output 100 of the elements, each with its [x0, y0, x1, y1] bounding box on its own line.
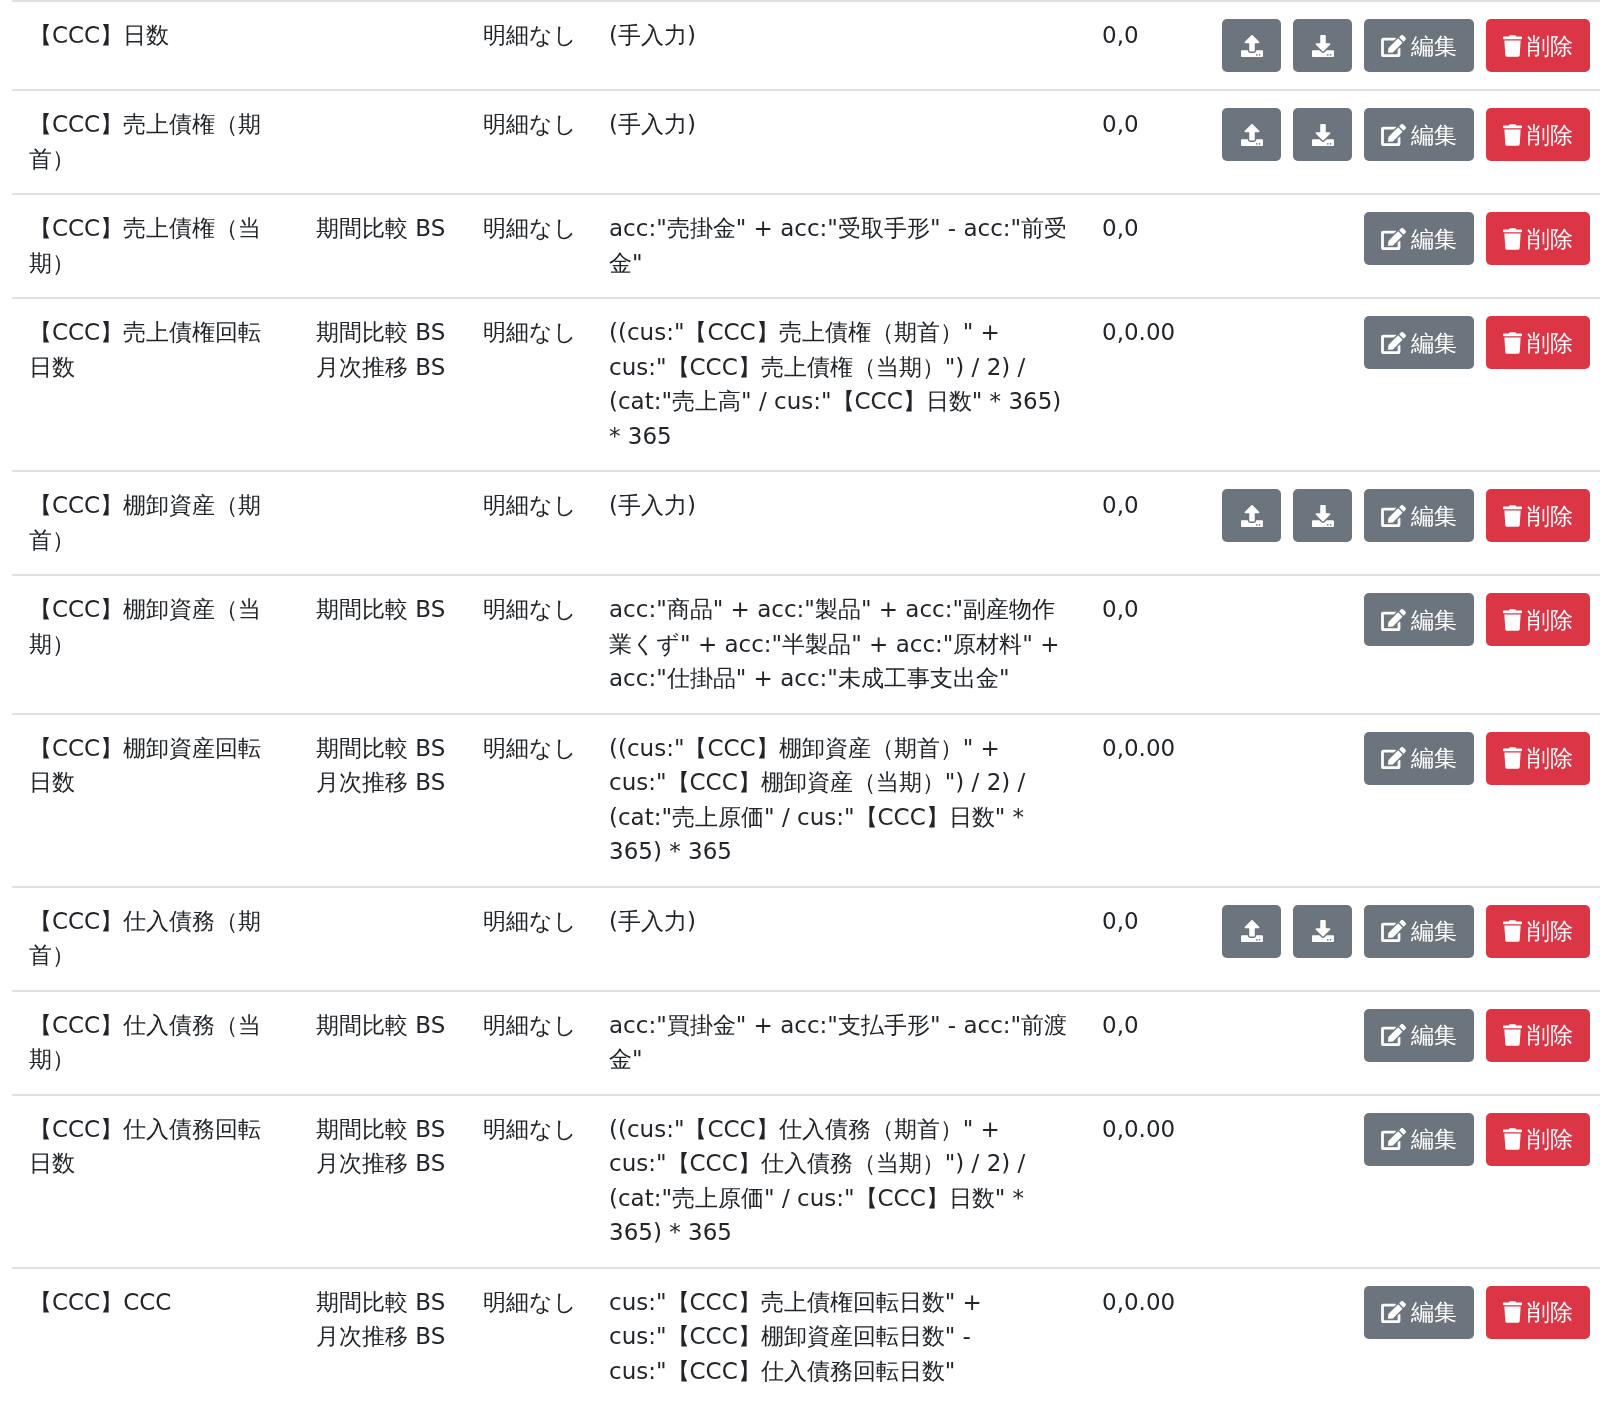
number-format: 0,0	[1102, 595, 1140, 624]
number-format: 0,0	[1102, 491, 1140, 520]
delete-button[interactable]: 削除	[1486, 731, 1590, 785]
edit-icon	[1381, 1128, 1406, 1150]
detail-label: 明細なし	[483, 906, 575, 936]
formula-text: (手入力)	[609, 906, 697, 936]
delete-button[interactable]: 削除	[1486, 1285, 1590, 1339]
delete-button[interactable]: 削除	[1486, 1112, 1590, 1166]
report-label: 期間比較 BS	[316, 1287, 447, 1317]
download-icon	[1311, 504, 1334, 527]
upload-button[interactable]	[1222, 904, 1281, 958]
edit-button[interactable]: 編集	[1364, 489, 1474, 542]
item-name: 【CCC】売上債権（当期）	[29, 214, 263, 278]
trash-icon	[1503, 331, 1522, 354]
trash-icon	[1503, 1128, 1522, 1150]
item-name: 【CCC】売上債権回転日数	[29, 318, 263, 382]
trash-icon	[1503, 123, 1522, 146]
trash-icon	[1503, 34, 1522, 57]
detail-label: 明細なし	[483, 1287, 575, 1317]
trash-icon	[1503, 227, 1522, 250]
delete-button[interactable]: 削除	[1486, 904, 1590, 958]
trash-icon	[1503, 608, 1522, 631]
formula-text: acc:"商品" + acc:"製品" + acc:"副産物作業くず" + acc:"半製品" + acc:"原材料" + acc:"仕掛品" + acc:"未成工事支出金"	[609, 595, 1061, 693]
edit-icon	[1381, 608, 1406, 631]
edit-icon	[1381, 331, 1406, 354]
report-label: 期間比較 BS	[316, 1114, 447, 1144]
upload-button[interactable]	[1222, 108, 1281, 161]
number-format: 0,0.00	[1102, 318, 1177, 347]
edit-button[interactable]: 編集	[1364, 731, 1474, 785]
detail-label: 明細なし	[483, 1114, 575, 1144]
formula-text: acc:"買掛金" + acc:"支払手形" - acc:"前渡金"	[609, 1010, 1068, 1074]
delete-button[interactable]: 削除	[1486, 1008, 1590, 1062]
upload-icon	[1240, 123, 1263, 146]
edit-icon	[1381, 747, 1406, 769]
detail-label: 明細なし	[483, 21, 575, 50]
detail-label: 明細なし	[483, 733, 575, 763]
formula-text: ((cus:"【CCC】棚卸資産（期首）" + cus:"【CCC】棚卸資産（当期）") / 2) / (cat:"売上原価" / cus:"【CCC】日数" * 365) * 365	[609, 733, 1027, 866]
download-button[interactable]	[1293, 19, 1352, 72]
delete-button[interactable]: 削除	[1486, 489, 1590, 542]
detail-label: 明細なし	[483, 1010, 575, 1040]
item-name: 【CCC】棚卸資産（期首）	[29, 491, 263, 555]
item-name: 【CCC】CCC	[29, 1287, 173, 1317]
formula-text: ((cus:"【CCC】売上債権（期首）" + cus:"【CCC】売上債権（当期）") / 2) / (cat:"売上高" / cus:"【CCC】日数" * 365) * 365	[609, 318, 1063, 451]
item-name: 【CCC】売上債権（期首）	[29, 110, 263, 174]
item-name: 【CCC】仕入債務回転日数	[29, 1114, 263, 1178]
formula-text: ((cus:"【CCC】仕入債務（期首）" + cus:"【CCC】仕入債務（当期）") / 2) / (cat:"売上原価" / cus:"【CCC】日数" * 365) * 365	[609, 1114, 1027, 1247]
edit-icon	[1381, 34, 1406, 57]
formula-text: acc:"売掛金" + acc:"受取手形" - acc:"前受金"	[609, 214, 1068, 278]
upload-icon	[1240, 34, 1263, 57]
upload-button[interactable]	[1222, 19, 1281, 72]
edit-button[interactable]: 編集	[1364, 212, 1474, 265]
trash-icon	[1503, 920, 1522, 942]
edit-icon	[1381, 227, 1406, 250]
edit-button[interactable]: 編集	[1364, 904, 1474, 958]
edit-button[interactable]: 編集	[1364, 1112, 1474, 1166]
edit-button[interactable]: 編集	[1364, 19, 1474, 72]
upload-button[interactable]	[1222, 489, 1281, 542]
delete-button[interactable]: 削除	[1486, 19, 1590, 72]
number-format: 0,0	[1102, 906, 1140, 936]
item-name: 【CCC】仕入債務（当期）	[29, 1010, 263, 1074]
report-label: 月次推移 BS	[316, 768, 447, 797]
edit-button[interactable]: 編集	[1364, 108, 1474, 161]
item-name: 【CCC】棚卸資産回転日数	[29, 733, 263, 797]
item-name: 【CCC】棚卸資産（当期）	[29, 595, 263, 659]
download-button[interactable]	[1293, 108, 1352, 161]
delete-button[interactable]: 削除	[1486, 212, 1590, 265]
report-label: 期間比較 BS	[316, 214, 447, 243]
detail-label: 明細なし	[483, 110, 575, 139]
download-button[interactable]	[1293, 904, 1352, 958]
upload-icon	[1240, 920, 1263, 942]
number-format: 0,0.00	[1102, 1287, 1177, 1317]
edit-icon	[1381, 1301, 1406, 1323]
number-format: 0,0.00	[1102, 733, 1177, 763]
formula-text: (手入力)	[609, 110, 697, 139]
upload-icon	[1240, 504, 1263, 527]
trash-icon	[1503, 1024, 1522, 1046]
detail-label: 明細なし	[483, 595, 575, 624]
number-format: 0,0	[1102, 1010, 1140, 1040]
edit-button[interactable]: 編集	[1364, 316, 1474, 369]
edit-button[interactable]: 編集	[1364, 1285, 1474, 1339]
edit-icon	[1381, 920, 1406, 942]
download-icon	[1311, 920, 1334, 942]
delete-button[interactable]: 削除	[1486, 316, 1590, 369]
formula-text: (手入力)	[609, 491, 697, 520]
trash-icon	[1503, 504, 1522, 527]
edit-icon	[1381, 1024, 1406, 1046]
number-format: 0,0	[1102, 21, 1140, 50]
download-icon	[1311, 123, 1334, 146]
trash-icon	[1503, 747, 1522, 769]
detail-label: 明細なし	[483, 214, 575, 243]
number-format: 0,0.00	[1102, 1114, 1177, 1144]
edit-button[interactable]: 編集	[1364, 593, 1474, 646]
edit-button[interactable]: 編集	[1364, 1008, 1474, 1062]
formula-text: cus:"【CCC】売上債権回転日数" + cus:"【CCC】棚卸資産回転日数" - cus:"【CCC】仕入債務回転日数"	[609, 1287, 983, 1386]
delete-button[interactable]: 削除	[1486, 108, 1590, 161]
report-label: 期間比較 BS	[316, 318, 447, 347]
report-label: 月次推移 BS	[316, 352, 447, 382]
delete-button[interactable]: 削除	[1486, 593, 1590, 646]
formula-text: (手入力)	[609, 21, 697, 50]
download-button[interactable]	[1293, 489, 1352, 542]
